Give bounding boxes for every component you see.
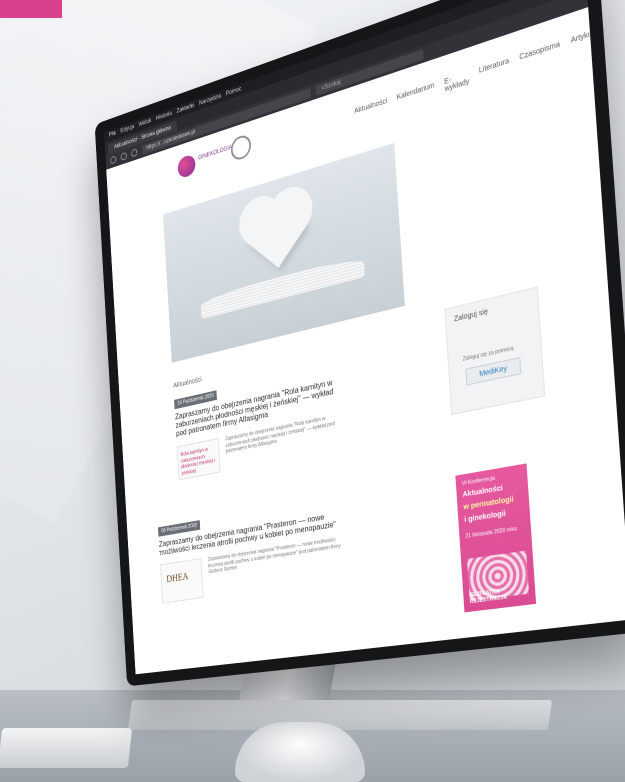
medikey-login-button[interactable]: MediKey (465, 356, 522, 386)
ad-date: 21 listopada 2020 roku (465, 525, 518, 540)
book-pages (200, 254, 365, 320)
login-box: Zaloguj się Zaloguj się za pomocą MediKe… (444, 286, 546, 416)
ad-line-1: Aktualności (462, 484, 504, 499)
menu-file[interactable]: Plik (109, 131, 117, 139)
reload-icon[interactable] (131, 148, 138, 158)
pink-corner-accent (0, 0, 62, 18)
monitor-stand-base (127, 700, 553, 730)
conference-ad-banner[interactable]: VI Konferencja Aktualności w perinatolog… (455, 463, 537, 613)
heart-book-icon (246, 199, 308, 268)
thumb-text: Rola karnityn w zaburzeniach płodności m… (180, 446, 216, 477)
monitor: Plik Edycja Widok Historia Zakładki Narz… (94, 0, 625, 687)
nav-item-aktualnosci[interactable]: Aktualności (354, 98, 388, 123)
post-thumbnail[interactable]: DHEA (160, 558, 204, 604)
search-placeholder: Szukaj (324, 79, 341, 91)
site-logo-text: GINEKOLOGIA (198, 144, 233, 162)
forward-icon[interactable] (120, 151, 127, 162)
back-icon[interactable] (110, 155, 117, 165)
section-title: Aktualności (173, 376, 202, 390)
post-thumbnail[interactable]: Rola karnityn w zaburzeniach płodności m… (176, 437, 221, 481)
ad-line-3: i ginekologii (464, 510, 506, 525)
ad-kicker: VI Konferencja (461, 475, 496, 488)
ad-line-2: w perinatologii (463, 496, 514, 512)
society-seal-icon (230, 132, 252, 163)
login-title: Zaloguj się (453, 308, 489, 324)
nav-item-kalendarium[interactable]: Kalendarium (397, 82, 436, 109)
thumb-text: DHEA (166, 571, 189, 586)
keyboard (0, 728, 133, 768)
nav-item-czasopisma[interactable]: Czasopisma (519, 41, 561, 69)
site-logo-icon[interactable] (177, 153, 196, 180)
nav-item-literatura[interactable]: Literatura (479, 58, 510, 83)
nav-item-e-wyklady[interactable]: E-wykłady (444, 71, 470, 94)
